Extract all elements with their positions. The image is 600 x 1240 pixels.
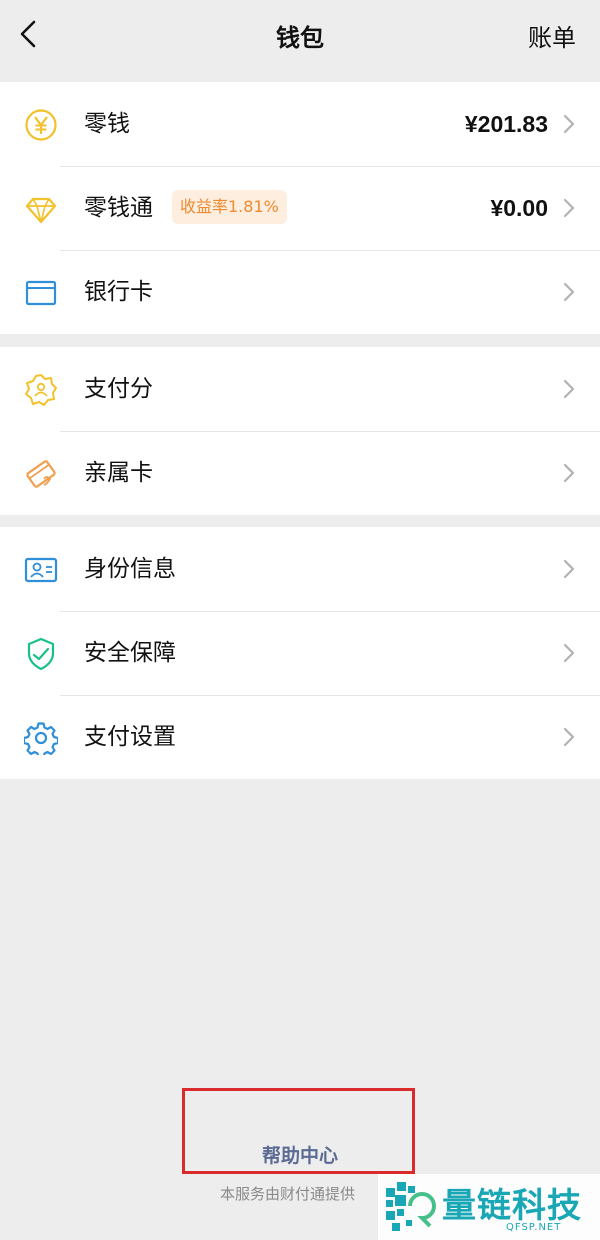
- chevron-right-icon: [563, 282, 575, 302]
- chevron-right-icon: [563, 198, 575, 218]
- row-label: 银行卡: [84, 279, 153, 305]
- chevron-right-icon: [563, 463, 575, 483]
- top-nav-bar: 钱包 账单: [0, 0, 600, 80]
- pay-score-row[interactable]: 支付分: [0, 347, 600, 431]
- gear-icon: [24, 722, 58, 755]
- change-amount: ¥201.83: [464, 111, 548, 137]
- pay-settings-row[interactable]: 支付设置: [0, 695, 600, 779]
- shield-check-icon: [27, 637, 55, 671]
- account-settings-section: 身份信息 安全保障 支付设置: [0, 527, 600, 779]
- chevron-right-icon: [563, 727, 575, 747]
- watermark-text-cn: 量链科技: [442, 1186, 582, 1226]
- watermark: 量链科技 QFSP.NET: [378, 1174, 600, 1240]
- chevron-right-icon: [563, 559, 575, 579]
- row-label: 支付分: [84, 376, 153, 402]
- security-row[interactable]: 安全保障: [0, 611, 600, 695]
- bank-card-icon: [25, 280, 57, 306]
- chevron-right-icon: [563, 114, 575, 134]
- row-label: 零钱: [84, 111, 130, 137]
- row-label: 安全保障: [84, 640, 176, 666]
- bill-button[interactable]: 账单: [528, 18, 576, 53]
- help-center-link[interactable]: 帮助中心: [0, 1141, 600, 1168]
- family-card-icon: [26, 460, 56, 488]
- chevron-right-icon: [563, 379, 575, 399]
- yield-rate-badge: 收益率1.81%: [172, 190, 287, 224]
- watermark-text-en: QFSP.NET: [506, 1222, 562, 1233]
- row-label: 支付设置: [84, 724, 176, 750]
- lingqiantong-row[interactable]: 零钱通 收益率1.81% ¥0.00: [0, 166, 600, 250]
- row-label: 亲属卡: [84, 460, 153, 486]
- family-card-row[interactable]: 亲属卡: [0, 431, 600, 515]
- watermark-logo-icon: [386, 1182, 436, 1231]
- row-label: 身份信息: [84, 556, 176, 582]
- lingqiantong-amount: ¥0.00: [490, 195, 548, 221]
- yen-coin-icon: [25, 109, 57, 141]
- chevron-right-icon: [563, 643, 575, 663]
- change-balance-row[interactable]: 零钱 ¥201.83: [0, 82, 600, 166]
- identity-info-row[interactable]: 身份信息: [0, 527, 600, 611]
- row-label: 零钱通: [84, 195, 153, 221]
- bank-card-row[interactable]: 银行卡: [0, 250, 600, 334]
- wallet-balance-section: 零钱 ¥201.83 零钱通 收益率1.81% ¥0.00 银行卡: [0, 82, 600, 334]
- diamond-icon: [25, 197, 57, 224]
- page-title: 钱包: [276, 24, 324, 52]
- service-provider-note: 本服务由财付通提供: [220, 1185, 356, 1203]
- id-card-icon: [24, 557, 58, 583]
- pay-services-section: 支付分 亲属卡: [0, 347, 600, 515]
- pay-score-icon: [25, 374, 57, 406]
